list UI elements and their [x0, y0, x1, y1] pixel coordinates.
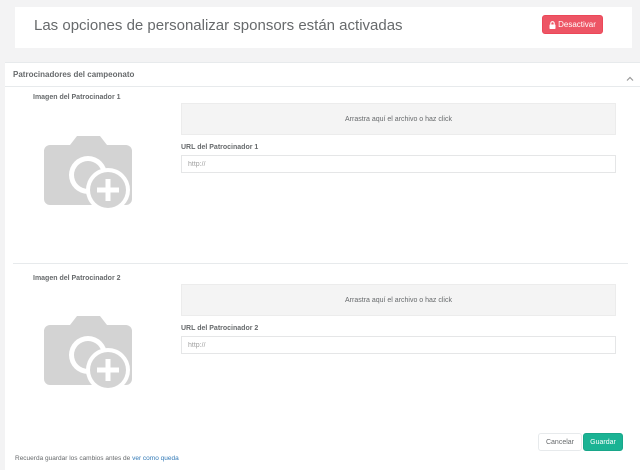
sponsor-1-dropzone[interactable]: Arrastra aquí el archivo o haz click: [181, 103, 616, 135]
banner-message: Las opciones de personalizar sponsors es…: [34, 17, 403, 34]
sponsor-2-image-label: Imagen del Patrocinador 2: [33, 275, 121, 282]
sponsor-1-url-input[interactable]: [181, 155, 616, 173]
sponsor-1-url-label: URL del Patrocinador 1: [181, 144, 259, 151]
save-button[interactable]: Guardar: [583, 433, 623, 451]
panel-title: Patrocinadores del campeonato: [13, 70, 135, 79]
deactivate-button[interactable]: Desactivar: [542, 15, 603, 34]
add-photo-icon[interactable]: [42, 135, 134, 213]
sponsors-banner: Las opciones de personalizar sponsors es…: [15, 7, 632, 48]
footer-note-text: Recuerda guardar los cambios antes de: [15, 455, 131, 462]
sponsor-1-image-label: Imagen del Patrocinador 1: [33, 94, 121, 101]
sponsor-2-url-label: URL del Patrocinador 2: [181, 325, 259, 332]
deactivate-label: Desactivar: [558, 20, 596, 29]
sponsor-2-url-input[interactable]: [181, 336, 616, 354]
footer-note: Recuerda guardar los cambios antes de ve…: [15, 455, 179, 462]
cancel-button[interactable]: Cancelar: [538, 433, 582, 451]
panel-header[interactable]: Patrocinadores del campeonato: [5, 63, 640, 87]
sponsor-2-dropzone[interactable]: Arrastra aquí el archivo o haz click: [181, 284, 616, 316]
chevron-up-icon[interactable]: [625, 70, 635, 81]
lock-icon: [549, 20, 556, 29]
preview-link[interactable]: ver como queda: [132, 455, 179, 462]
sponsors-panel: Patrocinadores del campeonato Imagen del…: [5, 62, 640, 470]
section-divider: [13, 263, 628, 264]
add-photo-icon[interactable]: [42, 315, 134, 393]
